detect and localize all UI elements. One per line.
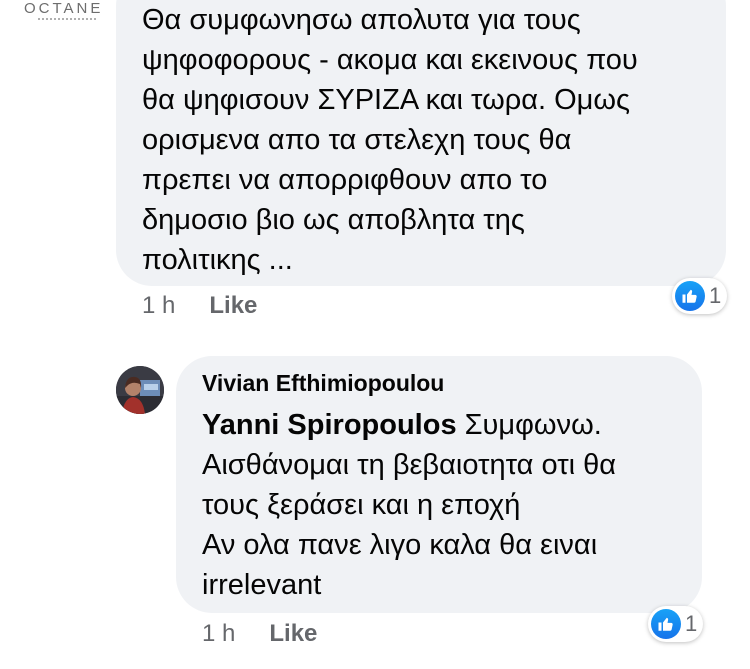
reply-text-segment: Συμφωνω. [456, 409, 602, 441]
avatar-photo [116, 366, 164, 414]
thumbs-up-icon [675, 281, 705, 311]
mention-link[interactable]: Yanni Spiropoulos [202, 409, 457, 441]
comment-text-line: δημοσιο βιο ως αποβλητα της [142, 204, 525, 236]
comment-text-line: πολιτικης ... [142, 244, 293, 276]
reply-text-line: Αν ολα πανε λιγο καλα θα ειναι [202, 529, 598, 561]
reply-meta: 1 h Like [202, 620, 317, 648]
reply-author-avatar[interactable] [116, 366, 164, 414]
reply-first-line: Yanni Spiropoulos Συμφωνω. [202, 405, 697, 445]
reply-timestamp[interactable]: 1 h [202, 620, 235, 648]
reply-reaction-badge[interactable]: 1 [648, 606, 704, 642]
like-button[interactable]: Like [209, 292, 257, 320]
reply-text-line: irrelevant [202, 569, 322, 601]
comment-reaction-badge[interactable]: 1 [672, 278, 728, 314]
comment-text-line: Θα συμφωνησω απολυτα για τους [142, 4, 581, 36]
comment-text-line: ορισμενα απο τα στελεχη τους θα [142, 124, 572, 156]
company-logo-text: OCTANE [24, 0, 104, 17]
comment-text: Θα συμφωνησω απολυτα για τους ψηφοφορους… [142, 0, 717, 280]
comment-text-line: θα ψηφισουν ΣΥΡΙΖΑ και τωρα. Ομως [142, 84, 630, 116]
thumbs-up-icon [651, 609, 681, 639]
reaction-count: 1 [709, 283, 722, 308]
comment-timestamp[interactable]: 1 h [142, 292, 175, 320]
comment-thread: OCTANE Θα συμφωνησω απολυτα για τους ψηφ… [0, 0, 750, 669]
reply-text: Yanni Spiropoulos Συμφωνω. Αισθάνομαι τη… [202, 405, 697, 605]
comment-meta: 1 h Like [142, 292, 257, 320]
comment-text-line: ψηφοφορους - ακομα και εκεινους που [142, 44, 638, 76]
commenter-avatar[interactable]: OCTANE [18, 0, 108, 28]
reply-text-line: τους ξεράσει και η εποχή [202, 489, 521, 521]
reply-text-line: Αισθάνομαι τη βεβαιοτητα οτι θα [202, 449, 617, 481]
reaction-count: 1 [685, 611, 698, 636]
comment-text-line: πρεπει να απορριφθουν απο το [142, 164, 548, 196]
like-button[interactable]: Like [269, 620, 317, 648]
logo-tagline-decoration [38, 18, 98, 20]
reply-author-name[interactable]: Vivian Efthimiopoulou [202, 370, 444, 397]
